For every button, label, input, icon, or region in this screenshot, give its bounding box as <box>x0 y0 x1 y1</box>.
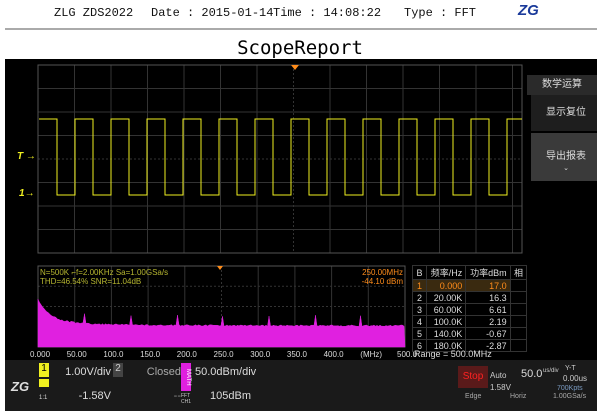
x-tick-label: 50.00 <box>67 350 87 359</box>
x-tick-label: 350.0 <box>287 350 307 359</box>
table-row[interactable]: 4 100.0K 2.19 <box>413 316 527 328</box>
table-cell: 2 <box>413 292 427 304</box>
table-cell <box>510 304 526 316</box>
timebase-unit: us/div <box>543 368 557 374</box>
trigger-level-marker[interactable]: T → <box>17 151 36 162</box>
timebase[interactable]: 50.0 <box>521 368 542 380</box>
report-date: Date : 2015-01-14 <box>151 6 273 20</box>
divider <box>5 28 597 30</box>
col-header: 相 <box>510 266 526 280</box>
page-title: ScopeReport <box>0 37 600 59</box>
x-tick-label: 0.000 <box>30 350 50 359</box>
table-cell: 2.19 <box>466 316 510 328</box>
menu-title: 数学运算 <box>527 75 597 95</box>
table-badge: B <box>413 266 427 280</box>
table-cell: 16.3 <box>466 292 510 304</box>
math-scale[interactable]: 50.0dBm/div <box>195 366 251 378</box>
ch1-waveform <box>39 119 522 195</box>
table-cell: 0.000 <box>427 280 466 292</box>
ch2-button[interactable]: 2 <box>113 363 123 377</box>
col-header: 频率/Hz <box>427 266 466 280</box>
x-tick-label: 100.0 <box>103 350 123 359</box>
fft-cursor-marker <box>217 266 223 270</box>
trigger-delay: 0.00us <box>563 374 587 383</box>
menu-display-reset[interactable]: 显示复位 <box>531 95 597 131</box>
table-cell: 140.0K <box>427 328 466 340</box>
table-cell <box>510 292 526 304</box>
ch1-button[interactable]: 1 <box>39 363 49 377</box>
col-header: 功率dBm <box>466 266 510 280</box>
ch1-probe: 1:1 <box>39 395 47 401</box>
table-row[interactable]: 1 0.000 17.0 <box>413 280 527 292</box>
trigger-type: Edge <box>465 393 481 400</box>
table-cell <box>510 280 526 292</box>
table-cell <box>510 316 526 328</box>
display-mode[interactable]: Y-T <box>565 365 576 372</box>
trigger-level[interactable]: 1.58V <box>490 383 511 392</box>
table-cell <box>510 328 526 340</box>
ch2-offset: -- <box>125 390 181 402</box>
math-level[interactable]: 105dBm <box>195 390 251 402</box>
device-model: ZLG ZDS2022 <box>54 6 133 20</box>
table-cell: 4 <box>413 316 427 328</box>
zlg-logo-small: ZG <box>11 379 29 394</box>
x-tick-label: (MHz) <box>360 350 382 359</box>
cursor-level: -44.10 dBm <box>335 277 403 286</box>
trigger-position-marker <box>291 65 299 70</box>
ch1-ground-marker[interactable]: 1→ <box>19 188 35 199</box>
x-tick-label: 400.0 <box>324 350 344 359</box>
ch1-offset[interactable]: -1.58V <box>53 390 111 402</box>
scope-screen: T → 1→ 数学运算 显示复位 导出报表 ⌄ N=500K ⌐f=2.00KHz… <box>5 59 597 411</box>
x-tick-label: 150.0 <box>140 350 160 359</box>
table-cell: 100.0K <box>427 316 466 328</box>
table-cell: 60.00K <box>427 304 466 316</box>
table-cell: -0.67 <box>466 328 510 340</box>
table-cell <box>510 340 526 352</box>
table-cell: 20.00K <box>427 292 466 304</box>
table-cell: 6.61 <box>466 304 510 316</box>
table-cell: 17.0 <box>466 280 510 292</box>
menu-export-report[interactable]: 导出报表 ⌄ <box>531 133 597 181</box>
cursor-frequency: 250.00MHz <box>345 268 403 277</box>
math-source: FFT CH1 <box>181 393 193 405</box>
trigger-mode[interactable]: Auto <box>490 371 506 380</box>
fft-peak-table: B 频率/Hz 功率dBm 相 1 0.000 17.0 2 20.00K 16.3 3 60.00… <box>412 265 527 352</box>
fft-info-2: THD=46.54% SNR=11.04dB <box>40 277 141 286</box>
table-cell: 5 <box>413 328 427 340</box>
x-tick-label: 200.0 <box>177 350 197 359</box>
memory-depth: 700Kpts <box>557 385 583 392</box>
table-row[interactable]: 5 140.0K -0.67 <box>413 328 527 340</box>
dc-coupling-icon <box>39 379 49 387</box>
x-tick-label: 250.0 <box>214 350 234 359</box>
math-button[interactable]: MATH <box>181 363 191 391</box>
ch1-scale[interactable]: 1.00V/div <box>53 366 111 378</box>
horizontal-label: Horiz <box>510 393 526 400</box>
report-time: Time : 14:08:22 <box>273 6 381 20</box>
fft-range: Range = 500.0MHz <box>414 349 492 359</box>
table-row[interactable]: 3 60.00K 6.61 <box>413 304 527 316</box>
x-tick-label: 300.0 <box>250 350 270 359</box>
sample-rate: 1.00GSa/s <box>553 393 586 400</box>
table-cell: 1 <box>413 280 427 292</box>
fft-info-1: N=500K ⌐f=2.00KHz Sa=1.00GSa/s <box>40 268 168 277</box>
report-type: Type : FFT <box>404 6 476 20</box>
table-cell: 3 <box>413 304 427 316</box>
table-row[interactable]: 2 20.00K 16.3 <box>413 292 527 304</box>
run-stop-button[interactable]: Stop <box>458 366 488 388</box>
zlg-logo: ZG <box>518 2 539 19</box>
ch2-state[interactable]: Closed <box>125 366 181 378</box>
